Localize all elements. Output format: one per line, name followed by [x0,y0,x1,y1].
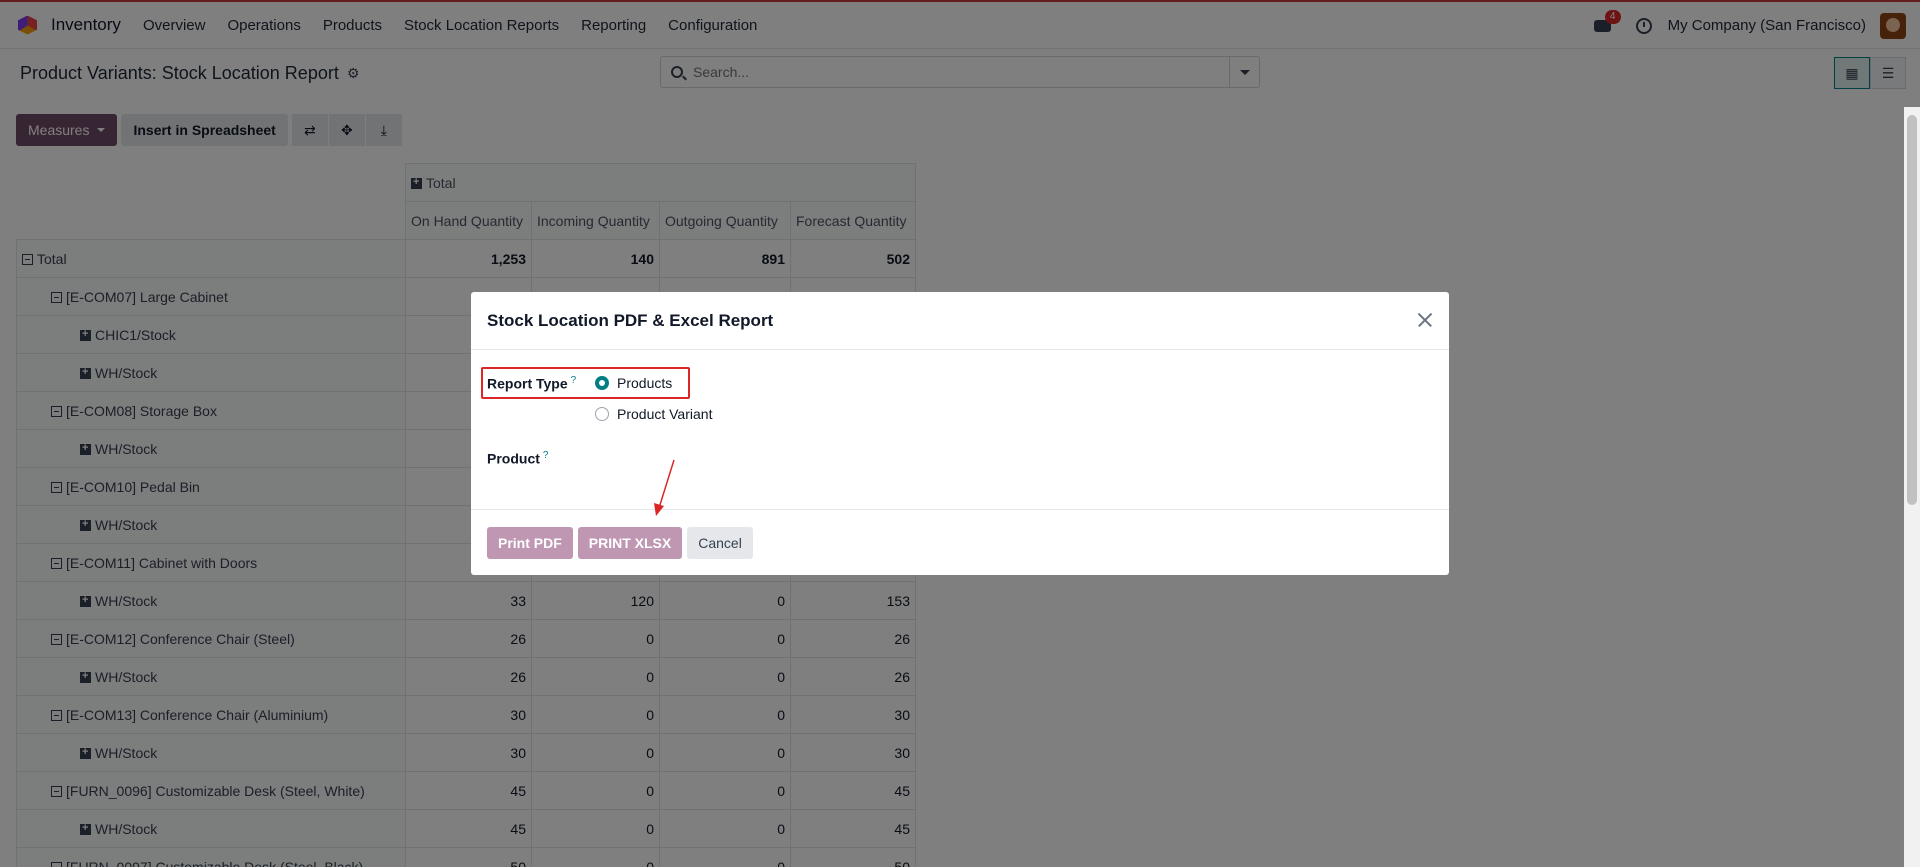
report-dialog: Stock Location PDF & Excel Report Report… [471,292,1449,575]
close-icon[interactable] [1413,308,1437,332]
help-icon[interactable]: ? [571,375,577,386]
dialog-header: Stock Location PDF & Excel Report [471,292,1449,350]
dialog-title: Stock Location PDF & Excel Report [487,310,774,330]
radio-label: Products [617,375,673,391]
label-text: Report Type [487,375,568,392]
radio-checked-icon [595,376,609,390]
help-icon[interactable]: ? [543,450,549,461]
print-xlsx-button[interactable]: PRINT XLSX [577,526,683,559]
print-pdf-button[interactable]: Print PDF [487,526,573,559]
radio-label: Product Variant [617,406,713,422]
scrollbar-thumb[interactable] [1907,115,1917,505]
cancel-button[interactable]: Cancel [687,526,753,559]
radio-unchecked-icon [595,407,609,421]
scrollbar[interactable] [1904,107,1920,867]
label-text: Product [487,450,540,467]
report-type-label: Report Type? [487,375,576,392]
product-label: Product? [487,450,548,467]
dialog-footer: Print PDF PRINT XLSX Cancel [471,509,1449,575]
radio-product-variant[interactable]: Product Variant [595,406,712,422]
radio-products[interactable]: Products [595,375,672,391]
